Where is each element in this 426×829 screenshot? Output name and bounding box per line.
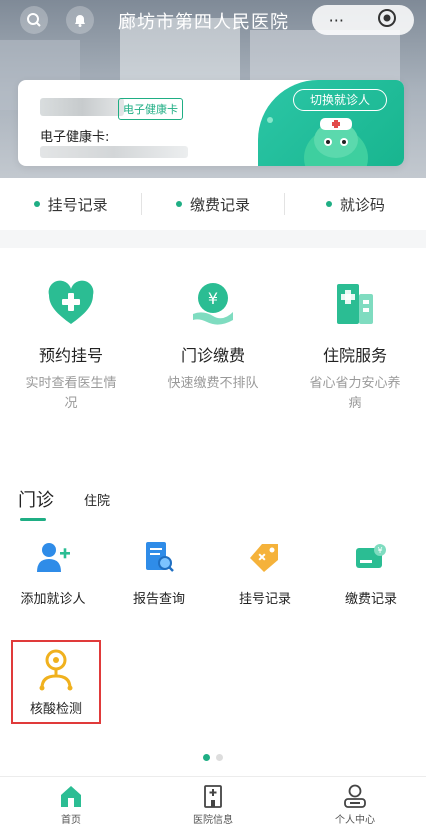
hospital-building-icon (337, 284, 373, 324)
more-button[interactable]: ··· (329, 11, 344, 30)
dot-icon (33, 201, 40, 207)
search-icon[interactable] (20, 6, 48, 34)
service-desc: 快速缴费不排队 (167, 376, 259, 391)
nav-profile[interactable]: 个人中心 (284, 777, 426, 829)
heart-plus-icon (48, 280, 94, 324)
nav-label: 首页 (61, 815, 81, 826)
tab-section: 门诊 住院 添加就诊人 报告查询 挂号记录 ¥ 缴费记录 (0, 458, 426, 776)
payment-records-item[interactable]: ¥ 缴费记录 (318, 540, 424, 607)
registration-records-link[interactable]: 挂号记录 (0, 194, 141, 215)
dot-icon (325, 201, 332, 207)
card-number-masked (40, 146, 188, 158)
nav-label: 医院信息 (193, 815, 233, 826)
nav-home[interactable]: 首页 (0, 777, 142, 829)
service-name: 门诊缴费 (180, 346, 245, 365)
link-label: 挂号记录 (47, 195, 108, 214)
nucleic-test-icon (39, 649, 73, 691)
patient-name-masked (40, 98, 124, 116)
page-dot-active[interactable] (203, 754, 210, 761)
page-indicator (0, 754, 426, 761)
health-card[interactable]: 电子健康卡 电子健康卡: 切换就诊人 (18, 80, 404, 166)
grid-label: 核酸检测 (29, 702, 82, 717)
tag-icon (250, 544, 278, 572)
add-patient-item[interactable]: 添加就诊人 (0, 540, 106, 607)
quick-links: 挂号记录 缴费记录 就诊码 (0, 178, 426, 230)
service-payment[interactable]: ¥ 门诊缴费 快速缴费不排队 (142, 248, 284, 458)
tab-indicator (20, 518, 46, 521)
registration-records-item[interactable]: 挂号记录 (212, 540, 318, 607)
top-bar: 廊坊市第四人民医院 ··· (0, 0, 426, 40)
grid-label: 添加就诊人 (20, 592, 86, 607)
service-inpatient[interactable]: 住院服务 省心省力安心养病 (284, 248, 426, 458)
service-name: 住院服务 (322, 346, 387, 365)
service-desc: 省心省力安心养病 (309, 376, 401, 411)
tab-inpatient[interactable]: 住院 (84, 490, 110, 509)
add-user-icon (37, 543, 70, 572)
link-label: 就诊码 (339, 195, 385, 214)
report-search-icon (146, 542, 174, 572)
page-dot[interactable] (216, 754, 223, 761)
grid-label: 报告查询 (132, 592, 185, 607)
svg-text:¥: ¥ (208, 289, 218, 308)
link-label: 缴费记录 (189, 195, 250, 214)
grid-label: 挂号记录 (238, 592, 291, 607)
dot-icon (175, 201, 182, 207)
service-appointment[interactable]: 预约挂号 实时查看医生情况 (0, 248, 142, 458)
bottom-nav: 首页 医院信息 个人中心 (0, 776, 426, 829)
grid-label: 缴费记录 (344, 592, 397, 607)
health-card-label: 电子健康卡: (40, 130, 110, 145)
service-desc: 实时查看医生情况 (25, 376, 117, 411)
function-grid: 添加就诊人 报告查询 挂号记录 ¥ 缴费记录 (0, 540, 426, 607)
service-name: 预约挂号 (38, 346, 103, 365)
switch-patient-button[interactable]: 切换就诊人 (293, 89, 387, 111)
user-icon (344, 784, 366, 808)
report-query-item[interactable]: 报告查询 (106, 540, 212, 607)
bell-icon[interactable] (66, 6, 94, 34)
nucleic-test-item[interactable]: 核酸检测 (11, 640, 101, 724)
visit-code-link[interactable]: 就诊码 (285, 194, 426, 215)
svg-text:¥: ¥ (377, 546, 382, 555)
page-title: 廊坊市第四人民医院 (118, 12, 289, 33)
home-icon (61, 786, 81, 807)
payment-records-link[interactable]: 缴费记录 (142, 194, 283, 215)
payment-card-icon: ¥ (356, 544, 386, 568)
service-panel: 预约挂号 实时查看医生情况 ¥ 门诊缴费 快速缴费不排队 住院服务 省心省力安心… (0, 248, 426, 458)
nav-hospital-info[interactable]: 医院信息 (142, 777, 284, 829)
nav-label: 个人中心 (335, 815, 375, 826)
yen-hand-icon: ¥ (193, 283, 233, 325)
tab-outpatient[interactable]: 门诊 (18, 486, 54, 512)
health-card-tag: 电子健康卡 (118, 98, 183, 120)
record-icon[interactable] (377, 8, 397, 32)
hospital-icon (204, 785, 222, 808)
mini-program-capsule[interactable]: ··· (312, 5, 414, 35)
